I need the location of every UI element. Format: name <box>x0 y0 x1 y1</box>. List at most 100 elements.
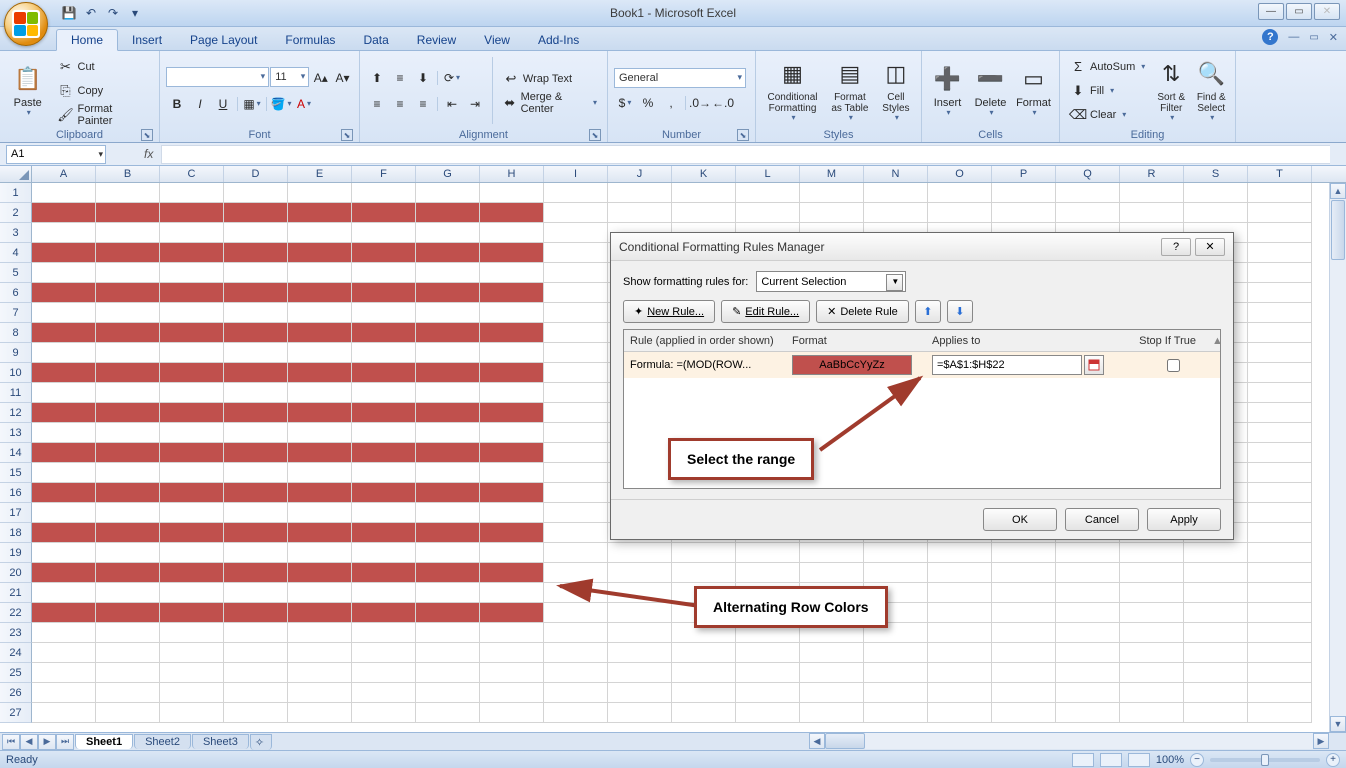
cell[interactable] <box>480 203 544 223</box>
cell[interactable] <box>160 323 224 343</box>
tab-data[interactable]: Data <box>349 30 402 50</box>
cell[interactable] <box>544 303 608 323</box>
cell[interactable] <box>288 223 352 243</box>
cell[interactable] <box>928 623 992 643</box>
scroll-left-icon[interactable]: ◀ <box>809 733 825 749</box>
cell[interactable] <box>1248 583 1312 603</box>
cell[interactable] <box>96 223 160 243</box>
cell[interactable] <box>544 543 608 563</box>
delete-rule-button[interactable]: ✕Delete Rule <box>816 300 909 323</box>
cell[interactable] <box>32 323 96 343</box>
cell[interactable] <box>1248 223 1312 243</box>
find-select-button[interactable]: 🔍Find & Select▾ <box>1193 53 1229 128</box>
cell[interactable] <box>992 203 1056 223</box>
cell[interactable] <box>416 403 480 423</box>
cell[interactable] <box>544 703 608 723</box>
cell[interactable] <box>1248 703 1312 723</box>
show-rules-combo[interactable]: Current Selection▼ <box>756 271 906 292</box>
cell[interactable] <box>736 683 800 703</box>
scroll-down-icon[interactable]: ▼ <box>1330 716 1346 732</box>
row-header-24[interactable]: 24 <box>0 643 32 663</box>
cell[interactable] <box>288 423 352 443</box>
sheet-nav-next-icon[interactable]: ▶ <box>38 734 56 750</box>
cell[interactable] <box>1184 583 1248 603</box>
office-button[interactable] <box>4 2 48 46</box>
cell[interactable] <box>96 203 160 223</box>
cell[interactable] <box>352 623 416 643</box>
col-header-B[interactable]: B <box>96 166 160 182</box>
cell[interactable] <box>864 183 928 203</box>
cell[interactable] <box>96 283 160 303</box>
cell[interactable] <box>160 263 224 283</box>
cell[interactable] <box>32 703 96 723</box>
cell[interactable] <box>1248 483 1312 503</box>
cell[interactable] <box>1248 443 1312 463</box>
cell[interactable] <box>32 443 96 463</box>
cell[interactable] <box>160 383 224 403</box>
align-center-icon[interactable]: ≡ <box>389 93 411 115</box>
cell[interactable] <box>1248 643 1312 663</box>
cell[interactable] <box>288 603 352 623</box>
dialog-close-icon[interactable]: ✕ <box>1195 238 1225 256</box>
cell[interactable] <box>416 623 480 643</box>
cell[interactable] <box>352 203 416 223</box>
sheet-tab-1[interactable]: Sheet1 <box>75 734 133 749</box>
cell-styles-button[interactable]: ◫Cell Styles▾ <box>877 53 915 128</box>
col-header-A[interactable]: A <box>32 166 96 182</box>
cell[interactable] <box>800 203 864 223</box>
ok-button[interactable]: OK <box>983 508 1057 531</box>
wrap-text-button[interactable]: ↩Wrap Text <box>499 68 601 90</box>
cell[interactable] <box>992 543 1056 563</box>
cell[interactable] <box>544 483 608 503</box>
cell[interactable] <box>96 463 160 483</box>
vertical-scrollbar[interactable]: ▲ ▼ <box>1329 183 1346 732</box>
row-header-19[interactable]: 19 <box>0 543 32 563</box>
cell[interactable] <box>160 563 224 583</box>
cell[interactable] <box>160 543 224 563</box>
cell[interactable] <box>608 563 672 583</box>
cell[interactable] <box>32 303 96 323</box>
cell[interactable] <box>224 663 288 683</box>
cell[interactable] <box>1056 683 1120 703</box>
cell[interactable] <box>928 603 992 623</box>
col-header-G[interactable]: G <box>416 166 480 182</box>
cell[interactable] <box>992 183 1056 203</box>
cell[interactable] <box>224 643 288 663</box>
cell[interactable] <box>416 323 480 343</box>
cell[interactable] <box>736 643 800 663</box>
tab-home[interactable]: Home <box>56 29 118 51</box>
help-icon[interactable]: ? <box>1262 29 1278 45</box>
row-header-16[interactable]: 16 <box>0 483 32 503</box>
cell[interactable] <box>992 683 1056 703</box>
cell[interactable] <box>480 503 544 523</box>
cell[interactable] <box>864 703 928 723</box>
col-header-C[interactable]: C <box>160 166 224 182</box>
cell[interactable] <box>352 283 416 303</box>
cell[interactable] <box>1248 263 1312 283</box>
cell[interactable] <box>224 523 288 543</box>
cell[interactable] <box>416 223 480 243</box>
cell[interactable] <box>416 683 480 703</box>
qat-undo-icon[interactable]: ↶ <box>82 4 100 22</box>
cell[interactable] <box>224 363 288 383</box>
tab-add-ins[interactable]: Add-Ins <box>524 30 593 50</box>
cell[interactable] <box>416 183 480 203</box>
cell[interactable] <box>160 423 224 443</box>
cell[interactable] <box>224 343 288 363</box>
cell[interactable] <box>544 463 608 483</box>
cell[interactable] <box>224 263 288 283</box>
cell[interactable] <box>1056 583 1120 603</box>
cell[interactable] <box>224 383 288 403</box>
fx-icon[interactable]: fx <box>144 147 153 161</box>
font-size-combo[interactable]: 11 <box>270 67 309 87</box>
row-header-9[interactable]: 9 <box>0 343 32 363</box>
underline-button[interactable]: U <box>212 93 234 115</box>
cell[interactable] <box>608 543 672 563</box>
cell[interactable] <box>480 263 544 283</box>
cell[interactable] <box>96 703 160 723</box>
cell[interactable] <box>416 343 480 363</box>
cell[interactable] <box>32 603 96 623</box>
cell[interactable] <box>416 523 480 543</box>
row-header-14[interactable]: 14 <box>0 443 32 463</box>
cell[interactable] <box>480 183 544 203</box>
